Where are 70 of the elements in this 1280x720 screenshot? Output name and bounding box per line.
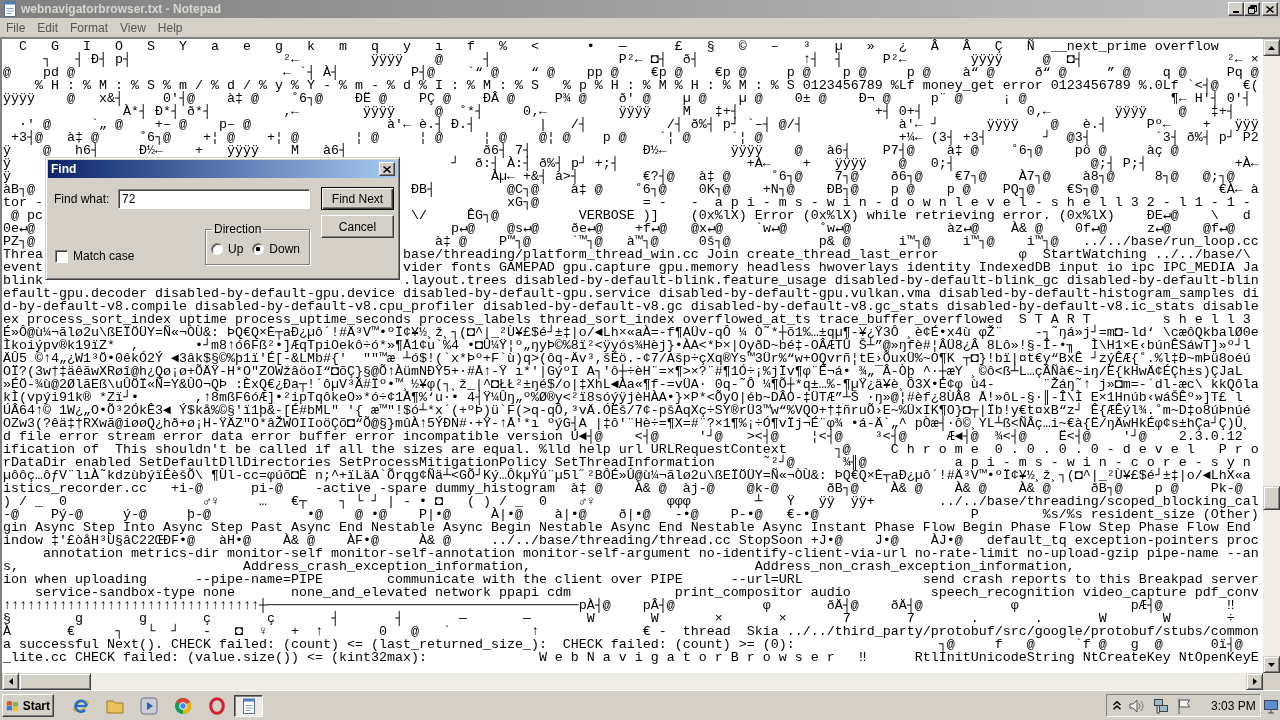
play-icon[interactable] [140,696,158,715]
text-line: event [3,260,43,275]
menu-item[interactable]: File [0,19,32,36]
find-next-button[interactable]: Find Next [321,187,394,210]
scroll-thumb[interactable] [19,673,91,690]
network-icon[interactable] [1153,697,1169,714]
text-line: @ pc [11,208,43,223]
menu-item[interactable]: View [114,19,152,36]
menu-item[interactable]: Format [64,19,115,36]
group-label: Direction [212,222,263,236]
right-arrow-icon [1252,678,1257,685]
cancel-button[interactable]: Cancel [321,215,394,238]
horizontal-scrollbar[interactable] [2,673,1263,690]
text-line: .layout.trees disabled-by-default-blink.feature_usage disabled-by-default-blink_gc disabled-by-default-blin [402,273,1259,288]
monitor-icon[interactable] [1263,697,1279,714]
scroll-down-button[interactable] [1263,656,1280,673]
text-line: annotation metrics-dir monitor-self monitor-self-annotation monitor-self-argument no-identify-client-via-url no-rate-limit no-upload-gzip pipe-name --an [43,546,1259,561]
chevron-up-icon[interactable] [1113,701,1121,710]
left-arrow-icon [8,678,13,685]
notepad-icon [241,697,256,714]
text-line: indow ‡'£òåH³Ù§âC22ŒÐF•@ àH•@ À& @ ÀF•@ À& @ ../../base/threading/thread.cc StopSoon +J•@ J•@ ÀJ•@ default_tq exception-pointers proc [3,533,1259,548]
ring-logo-icon[interactable] [208,696,226,715]
down-arrow-icon [1268,662,1275,667]
text-line: vider fonts GAMEPAD gpu.capture gpu.memory headless hwoverlays identity IndexedDB input io ipc IPC_MEDIA Ja [402,260,1259,275]
text-line: efault-gpu.decoder disabled-by-default-gpu.device disabled-by-default-gpu.service disabled-by-default-gpu.vulkan.vma disabled-by-default-histogram_samples di [3,286,1259,301]
radio-button[interactable] [252,243,265,255]
text-line: s, Address_crash_exception_information, Address_non_crash_exception_information, [3,559,1075,574]
scroll-thumb[interactable] [1263,486,1280,510]
close-icon [383,165,391,173]
menu-item[interactable]: Help [151,19,189,36]
text-line: ↑↑↑↑↑↑↑↑↑↑↑↑↑↑↑↑↑↑↑↑↑↑↑↑↑↑↑↑↑↑↑↑┼───────────────────────────────────────pÀ┤@ pÂ┤@ φ ðÄ┤@ ðÄ┤@ φ pÆ┤@ ‼ [3,598,1235,613]
window-title: webnavigatorbrowser.txt - Notepad [21,2,222,16]
clock: 3:03 PM [1211,698,1256,713]
vertical-scrollbar[interactable] [1263,39,1280,673]
menu-item[interactable]: Edit [31,19,65,36]
scroll-up-button[interactable] [1263,39,1280,56]
speaker-icon[interactable] [1129,697,1145,714]
radio-button[interactable] [210,243,223,255]
find-what-field[interactable]: 72 [118,189,310,209]
checkbox[interactable] [55,249,68,263]
scroll-right-button[interactable] [1246,673,1263,690]
round-logo-icon[interactable] [174,696,192,715]
dialog-title: Find [51,162,77,176]
close-icon [1266,5,1274,13]
find-what-label: Find what: [54,192,111,206]
logo-icon [6,698,20,713]
text-line: à‡ @ P™┐@ `™┐@ à™┐@ 0š┐@ p& @ i™┐@ i™┐@ i™┐@ ../../base/run_loop.cc [434,234,1259,249]
text-line: àB┐@ [3,182,35,197]
text-line: 0e↵@ [3,221,36,236]
text-line: ÿ [3,156,11,171]
minimize-icon [1233,11,1239,13]
notepad-icon [3,1,17,17]
text-line: ion when uploading --pipe-name=PIPE communicate with the client over PIPE --url=URL send crash reports to this Breakpad server [3,572,1259,587]
globe-e-icon[interactable] [72,696,90,715]
radio-label[interactable]: Down [269,242,300,256]
scroll-left-button[interactable] [2,673,19,690]
start-button[interactable]: Start [2,694,54,717]
text-line: blink [3,273,43,288]
taskbar-button[interactable] [234,694,263,717]
restore-icon [1247,4,1257,14]
up-arrow-icon [1268,45,1275,50]
text-line: µôôç…ôƒV¨lıÀ˜kdzùbýïÉèšÕ\ ¶Ùl-cc=φúõ◘È n;^+ïLäA`Õrqg¢Ñä┴<GÕ┘Ký…ÔkµŸú¨µ5l˝²BÔÉ»Û@ù¼¬ãlø2u\ßEÏÖÜY=Ñ«¬ÒÙ&: ÞQ€Q×Ė┬aÐ¿µô´!#Ä³V™•ºÏ¢¥½¸ž¸┐(◘^|_²Ù¥£$é┘±‡|o/◄LhX«a [3,468,1251,483]
text-line: PZ┐@ [3,234,35,249]
text-line: d-by-default-v8.compile disabled-by-default-v8.cpu_profiler disabled-by-default-v8.gc disabled-by-default-v8.gc_stats disabled-by-default-v8.ic_stats disable [3,299,1259,314]
text-editor[interactable] [0,37,1280,690]
radio-label[interactable]: Up [227,242,244,256]
dialog-close-button[interactable] [379,162,395,176]
checkbox-label[interactable]: Match case [73,249,135,263]
text-line: ÿ [3,169,11,184]
flag-icon[interactable] [1177,697,1191,714]
